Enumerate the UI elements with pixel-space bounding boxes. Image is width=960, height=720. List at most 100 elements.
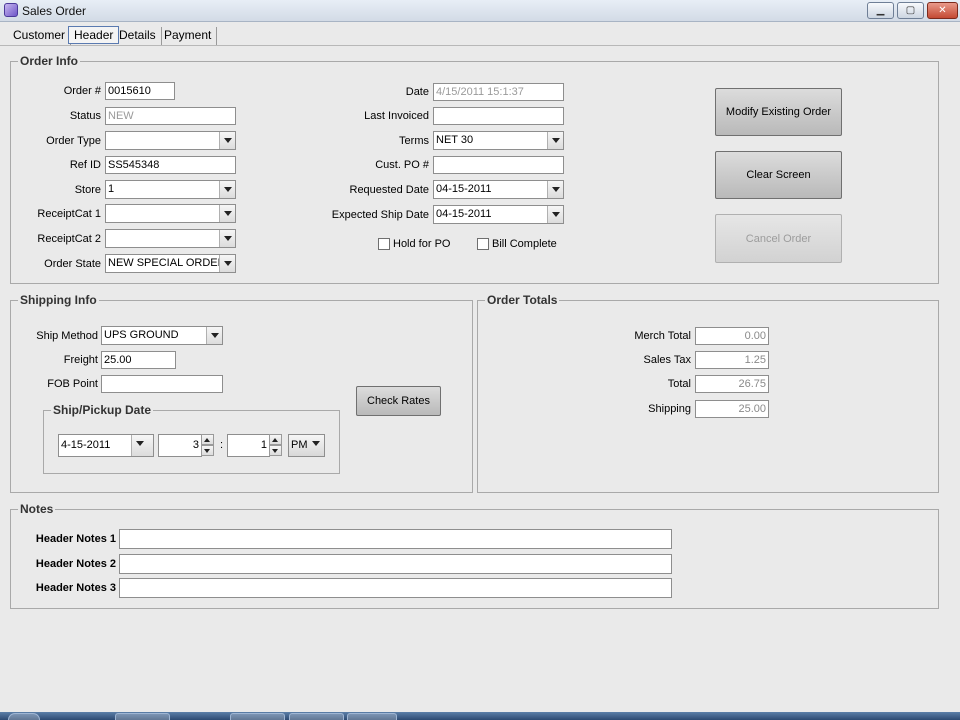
chevron-down-icon[interactable]: [219, 255, 235, 272]
app-icon: [4, 3, 18, 17]
chevron-down-icon[interactable]: [219, 132, 235, 149]
taskbar-item[interactable]: [289, 713, 344, 720]
last-invoiced-field[interactable]: [433, 107, 564, 125]
bill-complete-label: Bill Complete: [492, 238, 557, 250]
shipping-info-title: Shipping Info: [18, 293, 99, 307]
spin-down-icon[interactable]: [201, 445, 214, 456]
total-field: 26.75: [695, 375, 769, 393]
ship-method-dropdown[interactable]: UPS GROUND: [101, 326, 223, 345]
pickup-hour-field[interactable]: 3: [158, 434, 202, 457]
chevron-down-icon[interactable]: [219, 230, 235, 247]
close-button[interactable]: ✕: [927, 2, 958, 19]
requested-date-label: Requested Date: [349, 184, 430, 196]
title-bar: Sales Order ▁ ▢ ✕: [0, 0, 960, 22]
chevron-down-icon[interactable]: [547, 132, 563, 149]
pickup-date-picker[interactable]: 4-15-2011: [58, 434, 154, 457]
spin-down-icon[interactable]: [269, 445, 282, 456]
store-label: Store: [74, 184, 101, 196]
expected-ship-date-picker[interactable]: 04-15-2011: [433, 205, 564, 224]
header-notes-3-label: Header Notes 3: [35, 582, 116, 594]
cancel-order-button: Cancel Order: [715, 214, 842, 263]
order-number-field[interactable]: 0015610: [105, 82, 175, 100]
sales-tax-field: 1.25: [695, 351, 769, 369]
receipt-cat-1-dropdown[interactable]: [105, 204, 236, 223]
hold-for-po-checkbox[interactable]: [378, 238, 390, 250]
chevron-down-icon[interactable]: [547, 181, 563, 198]
clear-screen-button[interactable]: Clear Screen: [715, 151, 842, 199]
chevron-down-icon[interactable]: [547, 206, 563, 223]
expected-ship-date-value: 04-15-2011: [436, 208, 492, 220]
modify-existing-order-button[interactable]: Modify Existing Order: [715, 88, 842, 136]
tab-divider: [0, 45, 960, 46]
terms-value: NET 30: [436, 134, 474, 146]
terms-dropdown[interactable]: NET 30: [433, 131, 564, 150]
maximize-button[interactable]: ▢: [897, 2, 924, 19]
terms-label: Terms: [399, 135, 429, 147]
shipping-field: 25.00: [695, 400, 769, 418]
ampm-value: PM: [291, 439, 308, 451]
hold-for-po-label: Hold for PO: [393, 238, 451, 250]
requested-date-picker[interactable]: 04-15-2011: [433, 180, 564, 199]
last-invoiced-label: Last Invoiced: [364, 110, 429, 122]
spin-up-icon[interactable]: [201, 434, 214, 445]
header-notes-1-label: Header Notes 1: [35, 533, 116, 545]
chevron-down-icon[interactable]: [308, 435, 324, 456]
ref-id-label: Ref ID: [69, 159, 101, 171]
fob-point-field[interactable]: [101, 375, 223, 393]
header-notes-1-field[interactable]: [119, 529, 672, 549]
bill-complete-checkbox[interactable]: [477, 238, 489, 250]
freight-label: Freight: [63, 354, 98, 366]
order-type-label: Order Type: [46, 135, 101, 147]
chevron-down-icon[interactable]: [219, 181, 235, 198]
header-notes-2-field[interactable]: [119, 554, 672, 574]
receipt-cat-2-dropdown[interactable]: [105, 229, 236, 248]
minimize-button[interactable]: ▁: [867, 2, 894, 19]
store-value: 1: [108, 183, 115, 195]
total-label: Total: [667, 378, 691, 390]
notes-title: Notes: [18, 502, 56, 516]
fob-point-label: FOB Point: [47, 378, 98, 390]
cust-po-field[interactable]: [433, 156, 564, 174]
cust-po-label: Cust. PO #: [375, 159, 429, 171]
ref-id-field[interactable]: SS545348: [105, 156, 236, 174]
start-button[interactable]: [8, 713, 40, 720]
order-info-title: Order Info: [18, 54, 81, 68]
tab-payment[interactable]: Payment: [159, 27, 218, 45]
ampm-dropdown[interactable]: PM: [288, 434, 325, 457]
order-state-dropdown[interactable]: NEW SPECIAL ORDER: [105, 254, 236, 273]
pickup-date-value: 4-15-2011: [61, 439, 111, 451]
ship-method-label: Ship Method: [36, 330, 98, 342]
time-separator: :: [219, 439, 223, 451]
order-totals-title: Order Totals: [485, 293, 560, 307]
check-rates-button[interactable]: Check Rates: [356, 386, 441, 416]
date-field: 4/15/2011 15:1:37: [433, 83, 564, 101]
header-notes-3-field[interactable]: [119, 578, 672, 598]
expected-ship-date-label: Expected Ship Date: [331, 209, 429, 221]
store-dropdown[interactable]: 1: [105, 180, 236, 199]
chevron-down-icon[interactable]: [219, 205, 235, 222]
merch-total-field: 0.00: [695, 327, 769, 345]
minute-spinner[interactable]: [269, 434, 282, 456]
tab-details[interactable]: Details: [114, 27, 162, 45]
freight-field[interactable]: 25.00: [101, 351, 176, 369]
spin-up-icon[interactable]: [269, 434, 282, 445]
order-state-label: Order State: [44, 258, 101, 270]
taskbar-item[interactable]: [347, 713, 397, 720]
requested-date-value: 04-15-2011: [436, 183, 492, 195]
status-field: NEW: [105, 107, 236, 125]
receipt-cat-2-label: ReceiptCat 2: [37, 233, 101, 245]
order-type-dropdown[interactable]: [105, 131, 236, 150]
ship-method-value: UPS GROUND: [104, 329, 179, 341]
chevron-down-icon[interactable]: [131, 435, 153, 456]
date-label: Date: [405, 86, 429, 98]
taskbar-item[interactable]: [115, 713, 170, 720]
hour-spinner[interactable]: [201, 434, 214, 456]
order-state-value: NEW SPECIAL ORDER: [108, 257, 226, 269]
tab-header[interactable]: Header: [68, 26, 120, 44]
tab-customer[interactable]: Customer: [8, 27, 72, 45]
taskbar-item[interactable]: [230, 713, 285, 720]
status-label: Status: [69, 110, 101, 122]
chevron-down-icon[interactable]: [206, 327, 222, 344]
receipt-cat-1-label: ReceiptCat 1: [37, 208, 101, 220]
pickup-minute-field[interactable]: 1: [227, 434, 270, 457]
